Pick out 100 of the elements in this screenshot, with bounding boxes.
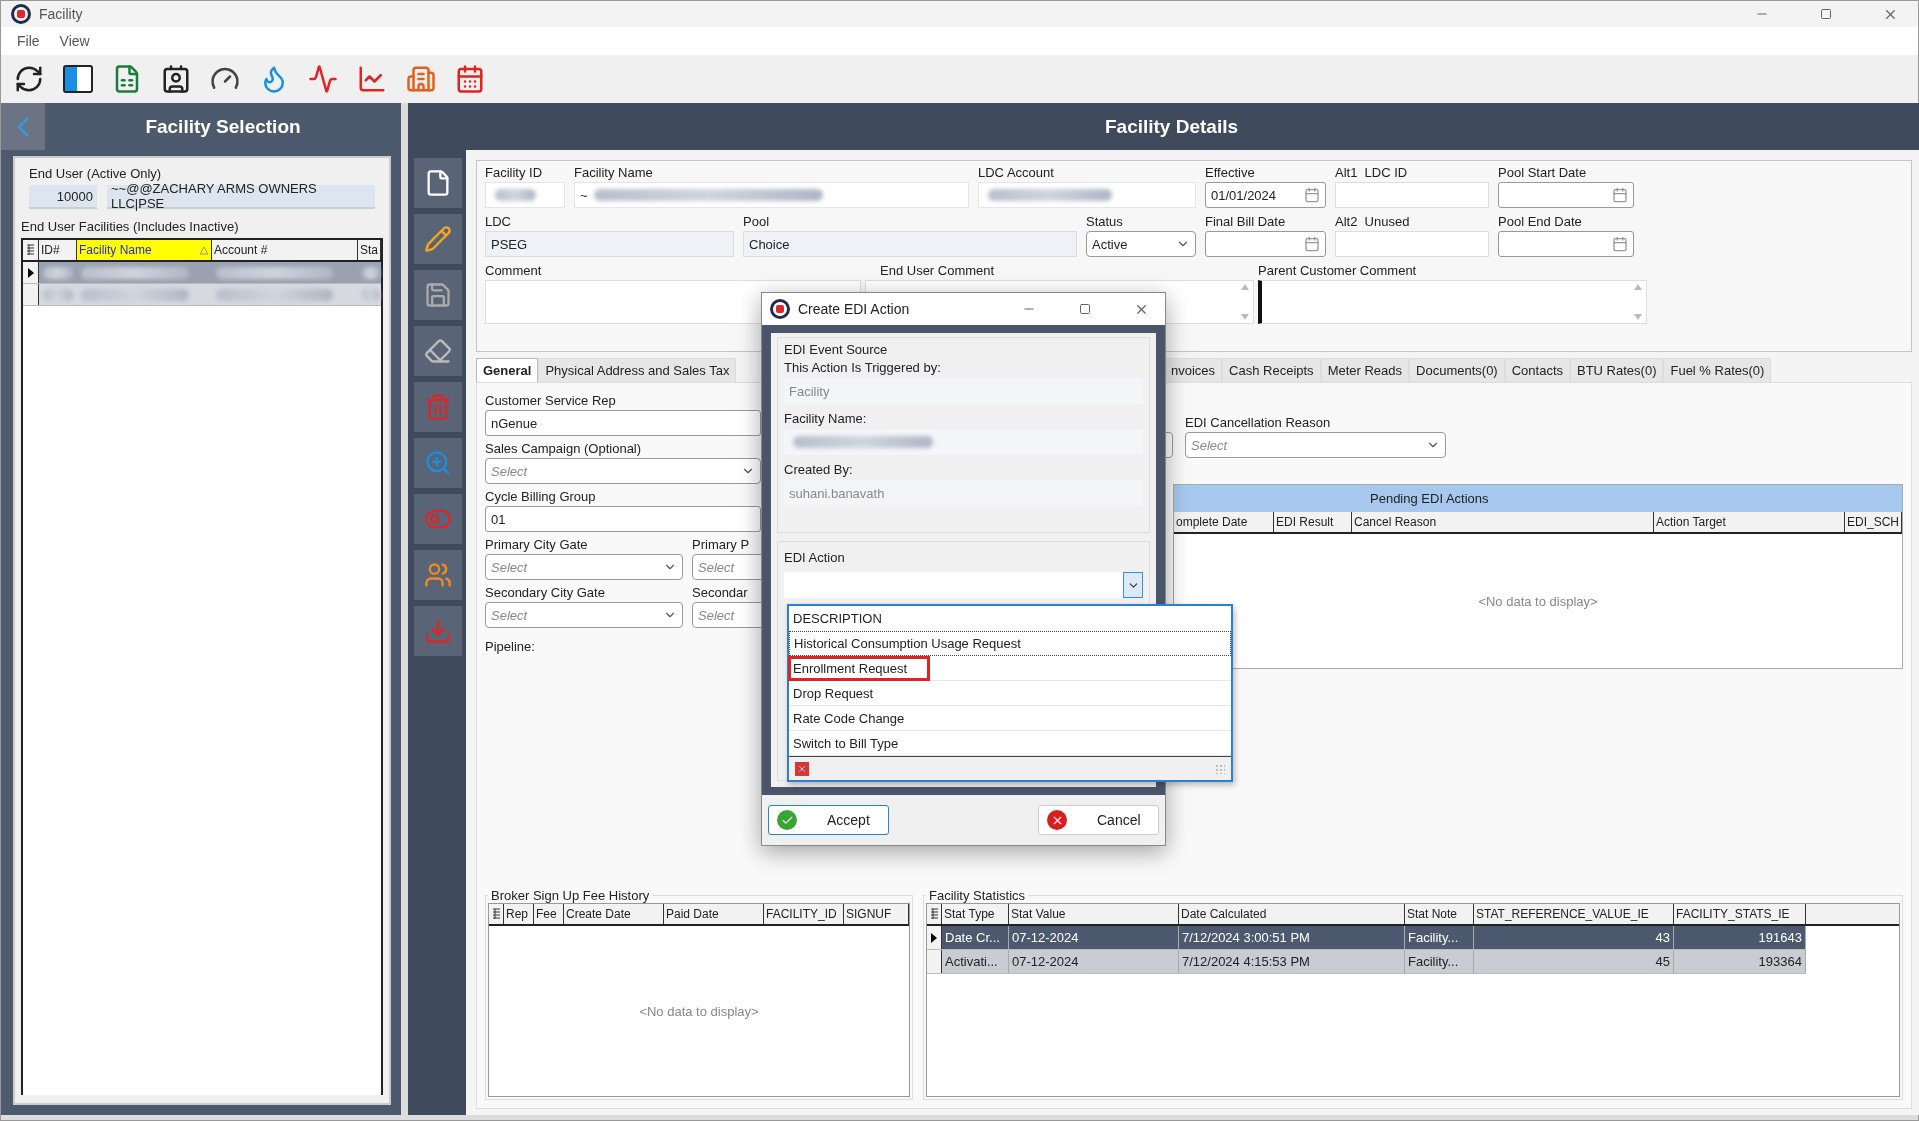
field-label: Secondar [692, 585, 749, 600]
select-field[interactable]: Select [1185, 432, 1446, 458]
column-header[interactable]: FACILITY_STATS_IE [1674, 904, 1806, 924]
menu-item[interactable]: File [9, 31, 48, 51]
back-button[interactable] [1, 103, 45, 150]
field-label: Pool [743, 214, 771, 229]
field-label: Facility Name: [784, 411, 868, 426]
comment-field[interactable] [1258, 280, 1647, 324]
empty-message: <No data to display> [638, 1002, 760, 1021]
eraser-icon [424, 337, 452, 365]
accept-button[interactable]: Accept [768, 805, 889, 835]
field-label: Parent Customer Comment [1258, 263, 1418, 278]
row-header[interactable] [23, 262, 39, 283]
tab[interactable]: Fuel % Rates(0) [1663, 358, 1772, 382]
pencil-button[interactable] [414, 214, 462, 264]
column-header[interactable]: Fee [534, 904, 564, 924]
column-header[interactable]: Account # [212, 240, 358, 260]
scroll-up-icon [1241, 284, 1249, 290]
window-title: Facility [39, 6, 84, 22]
table-row[interactable]: Date Cr... 07-12-2024 7/12/2024 3:00:51 PM Facility... 43 191643 [927, 926, 1806, 950]
input-field[interactable]: PSEG [485, 231, 734, 257]
select-field[interactable]: Active [1086, 231, 1196, 257]
calendar-icon [1304, 236, 1320, 252]
column-chooser-icon[interactable] [26, 244, 35, 256]
list-item[interactable]: Historical Consumption Usage Request [789, 631, 1231, 656]
dropdown-button[interactable] [1123, 572, 1143, 598]
date-field[interactable]: 01/01/2024 [1205, 182, 1326, 208]
input-field[interactable] [784, 429, 1143, 455]
column-header[interactable]: Date Calculated [1179, 904, 1405, 924]
id-field[interactable]: 10000 [29, 185, 97, 209]
input-field[interactable] [485, 182, 565, 208]
tab[interactable]: Cash Receipts [1222, 358, 1321, 382]
column-chooser-icon[interactable] [929, 908, 939, 920]
column-header[interactable]: Stat Value [1009, 904, 1179, 924]
tab[interactable]: General [476, 358, 539, 382]
input-field[interactable]: Choice [743, 231, 1077, 257]
column-header[interactable]: EDI_SCH [1845, 512, 1902, 532]
dialog-title: Create EDI Action [798, 301, 911, 317]
scroll-up-icon [1634, 284, 1642, 290]
column-header[interactable]: SIGNUF [844, 904, 909, 924]
tab[interactable]: Contacts [1504, 358, 1570, 382]
tab[interactable]: Meter Reads [1320, 358, 1410, 382]
calendar-icon [1612, 236, 1628, 252]
row-header[interactable] [927, 926, 942, 949]
tab[interactable]: Documents(0) [1409, 358, 1505, 382]
input-field[interactable]: nGenue [485, 410, 761, 436]
column-header[interactable]: omplete Date [1174, 512, 1274, 532]
list-item[interactable]: Enrollment Request [789, 656, 1231, 681]
menu-item[interactable]: View [51, 31, 98, 51]
row-header[interactable] [927, 950, 942, 973]
list-item[interactable]: Rate Code Change [789, 706, 1231, 731]
name-field[interactable]: ~~@@ZACHARY ARMS OWNERS LLC|PSE [107, 185, 375, 209]
select-field[interactable]: Select [485, 458, 761, 484]
eraser-button[interactable] [414, 326, 462, 376]
people-icon [424, 561, 452, 589]
clear-icon[interactable] [795, 761, 809, 776]
column-header[interactable]: Stat Type [942, 904, 1009, 924]
tab[interactable]: nvoices [1164, 358, 1223, 382]
maximize-icon [1820, 8, 1832, 20]
blurred-text [43, 266, 74, 279]
column-header[interactable]: Action Target [1654, 512, 1845, 532]
blurred-text [362, 288, 381, 301]
zoom-in-button[interactable] [414, 438, 462, 488]
column-header[interactable]: Facility Name [77, 240, 212, 260]
select-field[interactable]: Select [485, 602, 683, 628]
row-pointer-icon [26, 266, 35, 279]
column-header[interactable]: Stat Note [1405, 904, 1474, 924]
input-field[interactable]: 01 [485, 506, 761, 532]
field-label: Pool Start Date [1498, 165, 1588, 180]
combo-field[interactable] [784, 572, 1143, 598]
column-header[interactable]: Paid Date [664, 904, 764, 924]
save-button[interactable] [414, 270, 462, 320]
document-button[interactable] [414, 158, 462, 208]
date-field[interactable] [1498, 231, 1634, 257]
column-header[interactable]: Sta [358, 240, 381, 260]
people-button[interactable] [414, 550, 462, 600]
select-field[interactable]: Select [485, 554, 683, 580]
table-cell: 43 [1474, 926, 1674, 949]
tab[interactable]: BTU Rates(0) [1570, 358, 1664, 382]
column-header[interactable]: STAT_REFERENCE_VALUE_IE [1474, 904, 1674, 924]
column-header[interactable]: Cancel Reason [1352, 512, 1654, 532]
list-item[interactable]: Drop Request [789, 681, 1231, 706]
toggle-button[interactable] [414, 494, 462, 544]
input-field[interactable] [978, 182, 1196, 208]
row-pointer-icon [930, 931, 938, 944]
column-chooser-icon[interactable] [491, 908, 501, 920]
row-header[interactable] [23, 284, 39, 305]
table-cell: 07-12-2024 [1009, 950, 1179, 973]
input-field[interactable] [1335, 182, 1489, 208]
date-field[interactable] [1498, 182, 1634, 208]
input-field[interactable]: ~ [574, 182, 969, 208]
tab[interactable]: Physical Address and Sales Tax [538, 358, 737, 382]
column-header[interactable]: EDI Result [1274, 512, 1352, 532]
column-header[interactable]: Create Date [564, 904, 664, 924]
date-field[interactable] [1205, 231, 1326, 257]
column-header[interactable]: Rep [504, 904, 534, 924]
input-field[interactable] [1335, 231, 1489, 257]
column-header[interactable]: FACILITY_ID [764, 904, 844, 924]
table-row[interactable]: Activati... 07-12-2024 7/12/2024 4:15:53 PM Facility... 45 193364 [927, 950, 1806, 974]
cancel-button[interactable]: Cancel [1038, 805, 1159, 835]
